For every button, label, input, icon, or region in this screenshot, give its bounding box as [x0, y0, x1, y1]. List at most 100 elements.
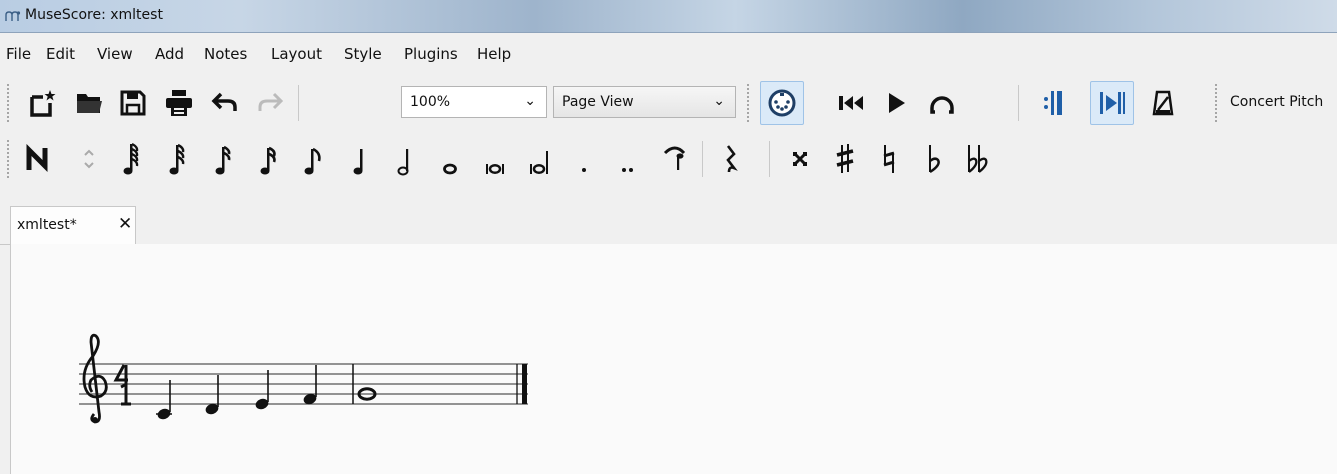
- play-button[interactable]: [874, 81, 918, 125]
- toolbar-grip[interactable]: [1214, 83, 1218, 123]
- play-icon: [889, 93, 905, 113]
- whole-note-icon: [443, 163, 457, 175]
- augmentation-dot-button[interactable]: [562, 137, 606, 181]
- view-mode-value: Page View: [562, 94, 634, 110]
- treble-clef: [82, 333, 108, 424]
- duration-whole-button[interactable]: [428, 137, 472, 181]
- loop-button[interactable]: [920, 81, 964, 125]
- toolbar-grip[interactable]: [6, 139, 10, 179]
- duration-128th-button[interactable]: [111, 137, 155, 181]
- breve-icon: [486, 163, 504, 175]
- chevron-down-icon: ⌄: [524, 93, 536, 109]
- tie-button[interactable]: [653, 137, 697, 181]
- concert-pitch-button[interactable]: Concert Pitch: [1230, 94, 1323, 110]
- open-button[interactable]: [67, 81, 111, 125]
- menu-notes[interactable]: Notes: [204, 45, 247, 63]
- toolbar-separator: [769, 141, 770, 177]
- document-tab[interactable]: xmltest* ✕: [10, 206, 136, 244]
- print-icon: [166, 90, 192, 116]
- double-dot-icon: [622, 168, 633, 172]
- duration-half-button[interactable]: [383, 137, 427, 181]
- zoom-select[interactable]: 100% ⌄: [401, 86, 547, 118]
- menu-add[interactable]: Add: [155, 45, 184, 63]
- sharp-icon: [836, 144, 854, 173]
- 16th-note-icon: [260, 146, 276, 175]
- redo-icon: [258, 92, 284, 111]
- close-icon[interactable]: ✕: [118, 214, 132, 234]
- double-sharp-icon: [793, 152, 807, 166]
- eighth-note-icon: [304, 147, 321, 175]
- menu-view[interactable]: View: [97, 45, 133, 63]
- menu-layout[interactable]: Layout: [271, 45, 322, 63]
- open-folder-icon: [77, 94, 102, 113]
- document-tab-label: xmltest*: [17, 217, 77, 233]
- chevron-down-icon: ⌄: [713, 93, 725, 109]
- note-f4[interactable]: [302, 365, 318, 406]
- note-input-mode-button[interactable]: [16, 137, 60, 181]
- note-input-dropdown-button[interactable]: [67, 137, 111, 181]
- pan-score-button[interactable]: [1090, 81, 1134, 125]
- menu-help[interactable]: Help: [477, 45, 511, 63]
- note-input-toolbar: [0, 131, 1337, 187]
- double-flat-icon: [968, 145, 988, 173]
- new-score-button[interactable]: [20, 81, 64, 125]
- quarter-note-icon: [353, 149, 363, 175]
- metronome-button[interactable]: [1141, 81, 1185, 125]
- metronome-icon: [1152, 90, 1174, 116]
- menu-edit[interactable]: Edit: [46, 45, 75, 63]
- window-title: MuseScore: xmltest: [25, 7, 163, 23]
- rewind-icon: [839, 96, 863, 110]
- score-canvas[interactable]: [10, 244, 1337, 474]
- menu-file[interactable]: File: [6, 45, 31, 63]
- midi-input-button[interactable]: [760, 81, 804, 125]
- tie-icon: [663, 146, 686, 170]
- duration-eighth-button[interactable]: [292, 137, 336, 181]
- 128th-note-icon: [123, 143, 139, 175]
- double-sharp-button[interactable]: [778, 137, 822, 181]
- pan-icon: [1100, 92, 1125, 114]
- title-bar: MuseScore: xmltest: [0, 0, 1337, 33]
- loop-icon: [930, 96, 954, 114]
- menu-plugins[interactable]: Plugins: [404, 45, 458, 63]
- file-toolbar: 100% ⌄ Page View ⌄ Concert Pitch: [0, 75, 1337, 131]
- sharp-button[interactable]: [823, 137, 867, 181]
- redo-button[interactable]: [248, 81, 292, 125]
- duration-16th-button[interactable]: [248, 137, 292, 181]
- repeat-playback-button[interactable]: [1029, 81, 1073, 125]
- toolbar-separator: [298, 85, 299, 121]
- undo-button[interactable]: [203, 81, 247, 125]
- toolbar-grip[interactable]: [746, 83, 750, 123]
- save-button[interactable]: [111, 81, 155, 125]
- new-score-icon: [30, 90, 56, 117]
- double-flat-button[interactable]: [956, 137, 1000, 181]
- rest-button[interactable]: [708, 137, 752, 181]
- duration-breve-button[interactable]: [473, 137, 517, 181]
- toolbar-separator: [1018, 85, 1019, 121]
- midi-input-icon: [768, 89, 796, 117]
- print-button[interactable]: [157, 81, 201, 125]
- note-e4[interactable]: [254, 370, 270, 411]
- staff-lines: [79, 363, 528, 405]
- note-d4[interactable]: [204, 375, 220, 416]
- rewind-button[interactable]: [829, 81, 873, 125]
- view-mode-select[interactable]: Page View ⌄: [553, 86, 736, 118]
- duration-longa-button[interactable]: [517, 137, 561, 181]
- menu-bar: File Edit View Add Notes Layout Style Pl…: [0, 33, 1337, 75]
- 32nd-note-icon: [215, 145, 231, 175]
- toolbar-grip[interactable]: [6, 83, 10, 123]
- menu-style[interactable]: Style: [344, 45, 382, 63]
- half-note-icon: [397, 149, 409, 176]
- musescore-app-icon: [5, 11, 21, 21]
- double-dot-button[interactable]: [606, 137, 650, 181]
- 64th-note-icon: [169, 143, 185, 175]
- document-tab-bar: xmltest* ✕: [0, 202, 1337, 245]
- note-c4[interactable]: [156, 380, 172, 421]
- longa-icon: [530, 151, 548, 175]
- duration-64th-button[interactable]: [157, 137, 201, 181]
- toolbar-separator: [702, 141, 703, 177]
- flat-button[interactable]: [912, 137, 956, 181]
- duration-32nd-button[interactable]: [203, 137, 247, 181]
- duration-quarter-button[interactable]: [338, 137, 382, 181]
- dot-icon: [582, 168, 586, 172]
- natural-button[interactable]: [867, 137, 911, 181]
